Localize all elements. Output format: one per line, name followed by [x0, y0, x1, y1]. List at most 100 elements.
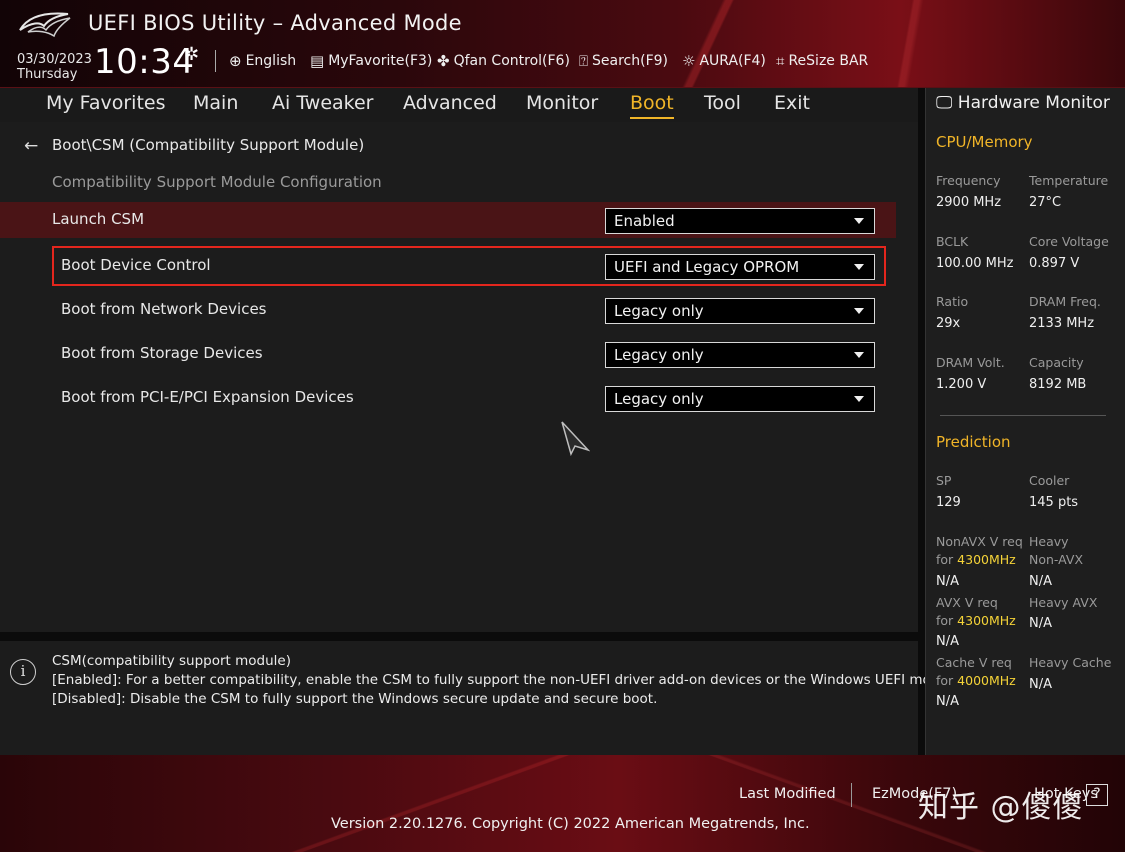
setting-label: Boot Device Control [61, 256, 211, 274]
aura-button[interactable]: ☼ AURA(F4) [682, 50, 766, 72]
hardware-monitor-panel: 🖵 Hardware Monitor CPU/Memory Frequency … [925, 88, 1125, 755]
hardware-monitor-label: Hardware Monitor [957, 93, 1110, 113]
cache-for-line: for 4000MHz [936, 672, 1016, 690]
boot-pcie-dropdown[interactable]: Legacy only [605, 386, 875, 412]
resize-bar-icon: ⌗ [776, 52, 785, 70]
ratio-value: 29x [936, 316, 961, 331]
nonavx-freq: 4300MHz [957, 552, 1016, 567]
globe-icon: ⊕ [229, 52, 242, 70]
footer-bar: Last Modified EzMode(F7) Hot Keys ? 知乎 @… [0, 755, 1125, 852]
boot-network-dropdown[interactable]: Legacy only [605, 298, 875, 324]
cache-freq: 4000MHz [957, 673, 1016, 688]
section-subtitle: Compatibility Support Module Configurati… [52, 173, 382, 191]
setting-row-launch-csm[interactable]: Launch CSM Enabled [0, 202, 896, 238]
setting-row-boot-network[interactable]: Boot from Network Devices Legacy only [0, 292, 918, 328]
tab-ai-tweaker[interactable]: Ai Tweaker [272, 92, 373, 114]
breadcrumb: Boot\CSM (Compatibility Support Module) [52, 136, 365, 154]
for-text: for [936, 552, 954, 567]
tab-exit[interactable]: Exit [774, 92, 810, 114]
favorite-icon: ▤ [310, 52, 325, 70]
monitor-icon: 🖵 [936, 93, 953, 113]
language-button[interactable]: ⊕ English [229, 50, 296, 72]
bclk-value: 100.00 MHz [936, 256, 1014, 271]
fan-icon: ✤ [437, 52, 450, 70]
resize-bar-label: ReSize BAR [788, 53, 869, 69]
tab-boot[interactable]: Boot [630, 92, 674, 119]
heavy-avx-label: Heavy AVX [1029, 595, 1098, 610]
dropdown-value: Legacy only [614, 390, 704, 408]
myfavorite-button[interactable]: ▤ MyFavorite(F3) [310, 50, 432, 72]
heavy-nonavx-label: Heavy Non-AVX [1029, 533, 1083, 569]
cpu-memory-heading: CPU/Memory [936, 133, 1033, 151]
chevron-down-icon [854, 218, 864, 224]
section-divider [940, 415, 1106, 416]
hardware-monitor-title: 🖵 Hardware Monitor [936, 93, 1110, 113]
nonavx-vreq-label: NonAVX V req for 4300MHz [936, 533, 1023, 569]
dropdown-value: Legacy only [614, 302, 704, 320]
for-text: for [936, 673, 954, 688]
setting-row-boot-device-control[interactable]: Boot Device Control UEFI and Legacy OPRO… [52, 246, 886, 286]
tab-monitor[interactable]: Monitor [526, 92, 598, 114]
heavy-cache-value: N/A [1029, 677, 1052, 692]
mouse-cursor-icon [561, 421, 590, 456]
info-icon: i [10, 659, 36, 685]
setting-row-boot-storage[interactable]: Boot from Storage Devices Legacy only [0, 336, 918, 372]
temperature-value: 27°C [1029, 195, 1062, 210]
app-title: UEFI BIOS Utility – Advanced Mode [88, 11, 462, 35]
avx-title: AVX V req [936, 595, 998, 610]
dram-freq-label: DRAM Freq. [1029, 294, 1101, 309]
myfavorite-label: MyFavorite(F3) [328, 53, 433, 69]
main-nav: My Favorites Main Ai Tweaker Advanced Mo… [0, 88, 918, 122]
language-label: English [245, 53, 297, 69]
back-arrow-icon[interactable]: ← [24, 136, 38, 156]
ratio-label: Ratio [936, 294, 969, 309]
chevron-down-icon [854, 308, 864, 314]
frequency-value: 2900 MHz [936, 195, 1002, 210]
core-voltage-value: 0.897 V [1029, 256, 1080, 271]
boot-device-control-dropdown[interactable]: UEFI and Legacy OPROM [605, 254, 875, 280]
last-modified-button[interactable]: Last Modified [739, 786, 836, 802]
avx-value: N/A [936, 634, 959, 649]
search-button[interactable]: ⍰ Search(F9) [579, 50, 668, 72]
setting-row-boot-pcie[interactable]: Boot from PCI-E/PCI Expansion Devices Le… [0, 380, 918, 416]
dropdown-value: Enabled [614, 212, 675, 230]
dram-volt-value: 1.200 V [936, 377, 987, 392]
cooler-label: Cooler [1029, 473, 1070, 488]
nonavx-title: NonAVX V req [936, 534, 1023, 549]
boot-storage-dropdown[interactable]: Legacy only [605, 342, 875, 368]
search-help-icon: ⍰ [579, 52, 589, 70]
dropdown-value: Legacy only [614, 346, 704, 364]
chevron-down-icon [854, 264, 864, 270]
aura-icon: ☼ [682, 52, 696, 70]
gear-icon[interactable]: ✲ [184, 44, 199, 65]
help-panel: i CSM(compatibility support module) [Ena… [0, 641, 952, 755]
launch-csm-dropdown[interactable]: Enabled [605, 208, 875, 234]
tab-advanced[interactable]: Advanced [403, 92, 497, 114]
qfan-control-button[interactable]: ✤ Qfan Control(F6) [437, 50, 570, 72]
setting-label: Boot from Storage Devices [61, 344, 263, 362]
tab-my-favorites[interactable]: My Favorites [46, 92, 166, 114]
toolbar-divider [215, 50, 216, 72]
avx-freq: 4300MHz [957, 613, 1016, 628]
header-bar: UEFI BIOS Utility – Advanced Mode 03/30/… [0, 0, 1125, 88]
avx-vreq-label: AVX V req for 4300MHz [936, 594, 1016, 630]
time-display: 10:34 [94, 42, 195, 82]
avx-for-line: for 4300MHz [936, 612, 1016, 630]
setting-label: Boot from Network Devices [61, 300, 267, 318]
rog-logo-icon [19, 12, 71, 38]
tab-main[interactable]: Main [193, 92, 238, 114]
setting-label: Launch CSM [52, 210, 145, 228]
chevron-down-icon [854, 396, 864, 402]
heavy-avx-value: N/A [1029, 616, 1052, 631]
heavy-nonavx-line1: Heavy [1029, 534, 1069, 549]
setting-label: Boot from PCI-E/PCI Expansion Devices [61, 388, 354, 406]
core-voltage-label: Core Voltage [1029, 234, 1109, 249]
cache-title: Cache V req [936, 655, 1012, 670]
help-question-icon[interactable]: ? [1086, 784, 1108, 806]
cooler-value: 145 pts [1029, 495, 1079, 510]
heavy-nonavx-value: N/A [1029, 574, 1052, 589]
date-text: 03/30/2023 [17, 52, 92, 67]
resize-bar-button[interactable]: ⌗ ReSize BAR [776, 50, 868, 72]
bclk-label: BCLK [936, 234, 969, 249]
tab-tool[interactable]: Tool [704, 92, 741, 114]
